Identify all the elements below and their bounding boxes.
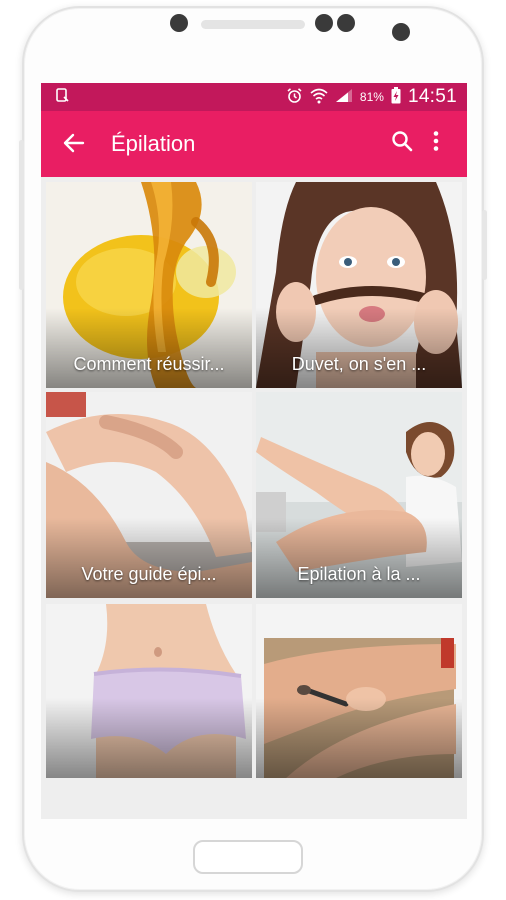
card-shade bbox=[46, 698, 252, 778]
volume-button bbox=[19, 140, 24, 290]
status-time: 14:51 bbox=[407, 86, 457, 107]
article-card[interactable]: Comment réussir... bbox=[46, 182, 252, 388]
card-shade bbox=[46, 518, 252, 598]
article-grid-row bbox=[46, 604, 462, 778]
power-button bbox=[482, 210, 487, 280]
article-grid: Comment réussir... Duvet, on s'en ... Vo… bbox=[46, 182, 462, 598]
card-shade bbox=[256, 698, 462, 778]
article-card[interactable]: Epilation à la ... bbox=[256, 392, 462, 598]
article-title: Duvet, on s'en ... bbox=[291, 354, 427, 374]
back-arrow-icon[interactable] bbox=[63, 129, 103, 160]
proximity-sensor bbox=[392, 23, 410, 41]
sensor-dot bbox=[170, 14, 188, 32]
card-shade bbox=[46, 308, 252, 388]
screenshot-icon bbox=[55, 88, 70, 106]
front-camera bbox=[315, 14, 333, 32]
home-button[interactable] bbox=[193, 840, 303, 874]
app-bar: Épilation bbox=[41, 111, 467, 177]
page-title: Épilation bbox=[111, 131, 196, 156]
earpiece-speaker bbox=[201, 20, 305, 29]
alarm-icon bbox=[286, 87, 303, 107]
article-title: Votre guide épi... bbox=[81, 564, 217, 584]
more-options-icon[interactable] bbox=[419, 130, 453, 158]
article-card[interactable]: Duvet, on s'en ... bbox=[256, 182, 462, 388]
article-card[interactable] bbox=[256, 604, 462, 778]
front-sensor bbox=[337, 14, 355, 32]
article-card[interactable]: Votre guide épi... bbox=[46, 392, 252, 598]
article-title: Epilation à la ... bbox=[297, 564, 421, 584]
search-icon[interactable] bbox=[385, 130, 419, 158]
battery-charging-icon bbox=[391, 87, 401, 107]
article-title: Comment réussir... bbox=[73, 354, 225, 374]
wifi-icon bbox=[310, 88, 328, 107]
card-shade bbox=[256, 518, 462, 598]
status-bar: 81% 14:51 bbox=[41, 83, 467, 111]
card-shade bbox=[256, 308, 462, 388]
signal-icon bbox=[335, 88, 353, 106]
article-card[interactable] bbox=[46, 604, 252, 778]
battery-percent: 81% bbox=[359, 90, 384, 104]
app-screen: 81% 14:51 Épilation Comment réussir... D… bbox=[41, 83, 467, 819]
